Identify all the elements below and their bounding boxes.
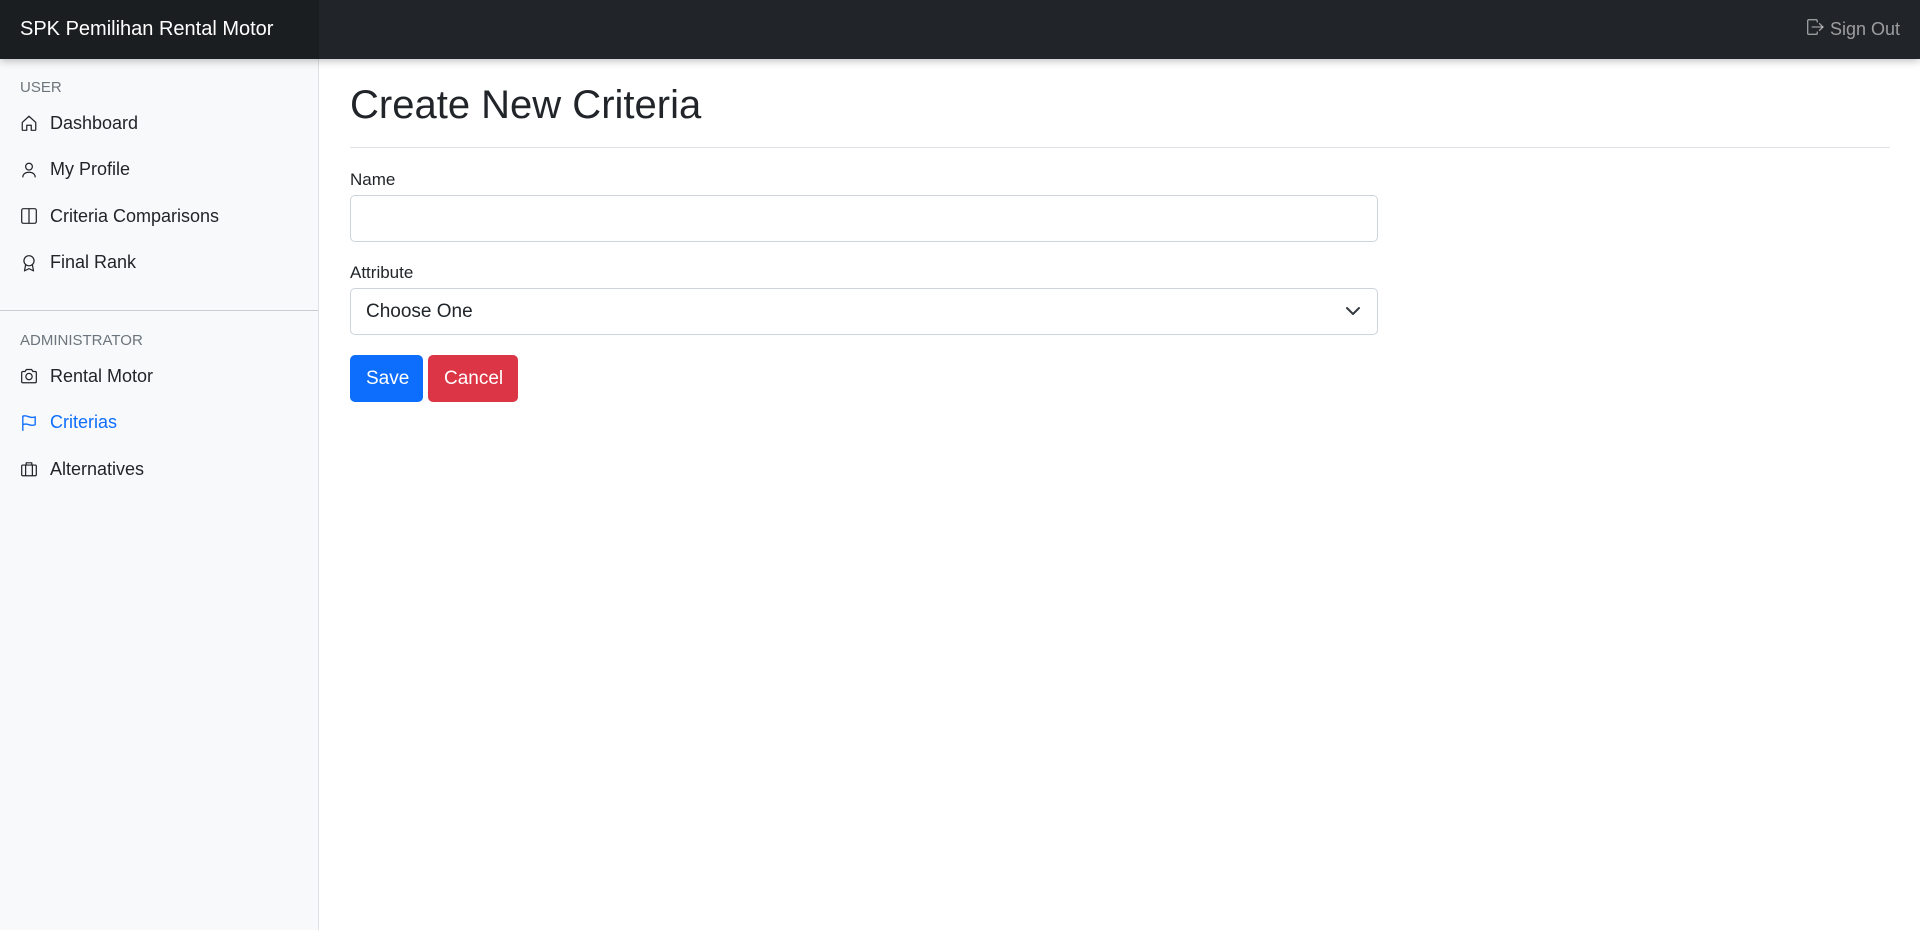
person-icon — [20, 161, 38, 179]
save-button[interactable]: Save — [350, 355, 423, 402]
sidebar-item-dashboard[interactable]: Dashboard — [0, 100, 318, 147]
sidebar-heading-user: USER — [20, 79, 62, 96]
sidebar-item-label: Criteria Comparisons — [50, 205, 220, 226]
sidebar: USER Dashboard My Profile Criteria Compa… — [0, 59, 319, 930]
chevron-down-icon — [1345, 303, 1361, 319]
sidebar-admin-list: Rental Motor Criterias Alternatives — [0, 353, 318, 493]
cancel-button[interactable]: Cancel — [428, 355, 518, 402]
attribute-select[interactable]: Choose One — [350, 288, 1378, 335]
attribute-label: Attribute — [350, 263, 414, 282]
sidebar-item-label: Alternatives — [50, 458, 145, 479]
name-field-group: Name — [350, 171, 1378, 242]
sign-out-link[interactable]: Sign Out — [1806, 0, 1900, 59]
award-icon — [20, 254, 38, 272]
brand-title[interactable]: SPK Pemilihan Rental Motor — [0, 0, 319, 59]
sidebar-item-alternatives[interactable]: Alternatives — [0, 446, 318, 493]
sidebar-item-label: Criterias — [50, 412, 118, 433]
camera-icon — [20, 367, 38, 385]
sidebar-item-label: My Profile — [50, 159, 131, 180]
sidebar-item-label: Dashboard — [50, 112, 139, 133]
create-criteria-form: Name Attribute Choose One Save Cancel — [350, 148, 1378, 402]
page-header: Create New Criteria — [350, 59, 1890, 148]
briefcase-icon — [20, 460, 38, 478]
sidebar-item-rental-motor[interactable]: Rental Motor — [0, 353, 318, 400]
sidebar-item-final-rank[interactable]: Final Rank — [0, 240, 318, 287]
sign-out-label: Sign Out — [1829, 19, 1900, 39]
flag-icon — [20, 414, 38, 432]
top-navbar: SPK Pemilihan Rental Motor Sign Out — [0, 0, 1920, 59]
attribute-selected-value: Choose One — [366, 301, 473, 322]
sidebar-heading-administrator: ADMINISTRATOR — [20, 332, 143, 349]
sidebar-item-criterias[interactable]: Criterias — [0, 400, 318, 447]
sidebar-item-label: Final Rank — [50, 252, 137, 273]
form-actions: Save Cancel — [350, 355, 1378, 402]
attribute-field-group: Attribute Choose One — [350, 264, 1378, 335]
layout-split-icon — [20, 207, 38, 225]
sidebar-divider — [0, 310, 318, 311]
page-title: Create New Criteria — [350, 83, 702, 127]
name-label: Name — [350, 170, 396, 189]
house-icon — [20, 114, 38, 132]
sidebar-item-my-profile[interactable]: My Profile — [0, 147, 318, 194]
box-arrow-right-icon — [1806, 18, 1824, 41]
sidebar-item-criteria-comparisons[interactable]: Criteria Comparisons — [0, 193, 318, 240]
name-input[interactable] — [350, 195, 1378, 242]
main-content: Create New Criteria Name Attribute Choos… — [320, 59, 1920, 930]
sidebar-user-list: Dashboard My Profile Criteria Comparison… — [0, 100, 318, 286]
sidebar-item-label: Rental Motor — [50, 365, 154, 386]
